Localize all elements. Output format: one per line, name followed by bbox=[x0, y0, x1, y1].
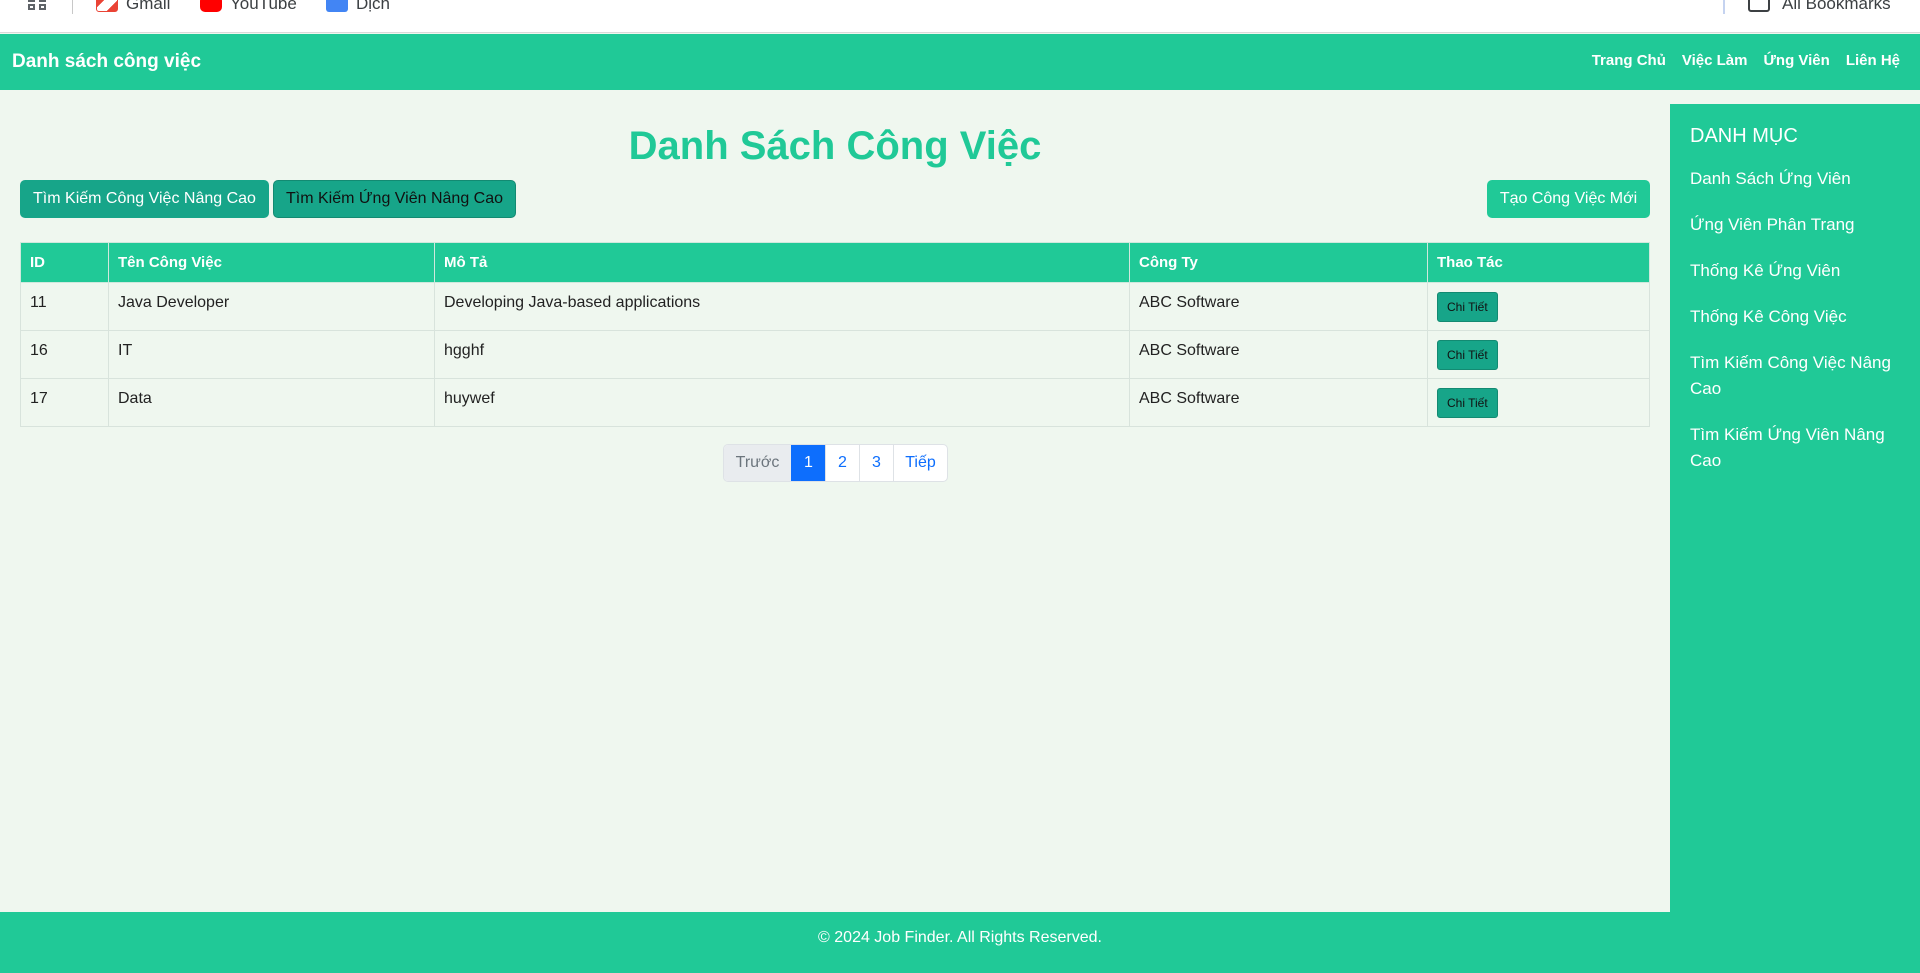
sidebar-item-advanced-job-search[interactable]: Tìm Kiếm Công Việc Nâng Cao bbox=[1690, 350, 1912, 402]
sidebar-item-candidate-list[interactable]: Danh Sách Ứng Viên bbox=[1690, 166, 1912, 192]
sidebar-item-candidate-paging[interactable]: Ứng Viên Phân Trang bbox=[1690, 212, 1912, 238]
header-actions: Thao Tác bbox=[1427, 242, 1650, 283]
advanced-candidate-search-button[interactable]: Tìm Kiếm Ứng Viên Nâng Cao bbox=[273, 180, 516, 218]
bookmark-label: YouTube bbox=[230, 0, 297, 13]
cell-text: 17 bbox=[30, 389, 48, 407]
bookmarks-bar: Gmail YouTube Dịch All Bookmarks bbox=[0, 0, 1920, 33]
pagination-next[interactable]: Tiếp bbox=[893, 445, 947, 481]
apps-grid-icon[interactable] bbox=[28, 0, 48, 12]
all-bookmarks-label: All Bookmarks bbox=[1782, 0, 1891, 13]
pagination-prev[interactable]: Trước bbox=[724, 445, 791, 481]
folder-icon bbox=[1748, 0, 1770, 12]
sidebar-menu: Danh Sách Ứng Viên Ứng Viên Phân Trang T… bbox=[1690, 166, 1912, 494]
table-header-row: ID Tên Công Việc Mô Tả Công Ty Thao Tác bbox=[20, 242, 1650, 283]
pagination-page-3[interactable]: 3 bbox=[859, 445, 893, 481]
cell-company: ABC Software bbox=[1129, 330, 1428, 379]
table-row: 17 Data huywef ABC Software Chi Tiết bbox=[20, 378, 1650, 427]
header-id: ID bbox=[20, 242, 109, 283]
cell-text: ABC Software bbox=[1139, 389, 1240, 407]
footer: © 2024 Job Finder. All Rights Reserved. bbox=[0, 912, 1920, 973]
sidebar-title: DANH MỤC bbox=[1690, 125, 1798, 147]
cell-text: 11 bbox=[30, 293, 47, 311]
cell-company: ABC Software bbox=[1129, 282, 1428, 331]
sidebar: DANH MỤC Danh Sách Ứng Viên Ứng Viên Phâ… bbox=[1670, 104, 1920, 912]
jobs-table: ID Tên Công Việc Mô Tả Công Ty Thao Tác … bbox=[20, 242, 1650, 427]
cell-actions: Chi Tiết bbox=[1427, 378, 1650, 427]
sidebar-item-job-stats[interactable]: Thống Kê Công Việc bbox=[1690, 304, 1912, 330]
pagination-page-1[interactable]: 1 bbox=[791, 445, 825, 481]
main-content: Danh Sách Công Việc Tìm Kiếm Công Việc N… bbox=[0, 90, 1670, 912]
cell-text: IT bbox=[118, 341, 133, 359]
header-company: Công Ty bbox=[1129, 242, 1428, 283]
pagination: Trước 1 2 3 Tiếp bbox=[723, 444, 948, 482]
pagination-page-2[interactable]: 2 bbox=[825, 445, 859, 481]
detail-button[interactable]: Chi Tiết bbox=[1437, 387, 1498, 418]
cell-id: 16 bbox=[20, 330, 109, 379]
table-row: 11 Java Developer Developing Java-based … bbox=[20, 282, 1650, 331]
youtube-icon bbox=[200, 0, 222, 12]
bookmark-gmail[interactable]: Gmail bbox=[96, 0, 170, 14]
advanced-job-search-button[interactable]: Tìm Kiếm Công Việc Nâng Cao bbox=[20, 180, 269, 218]
navbar-brand[interactable]: Danh sách công việc bbox=[12, 51, 201, 73]
cell-text: huywef bbox=[444, 389, 495, 407]
bookmark-youtube[interactable]: YouTube bbox=[200, 0, 297, 14]
footer-copyright: © 2024 Job Finder. All Rights Reserved. bbox=[818, 929, 1102, 946]
nav-link-candidates[interactable]: Ứng Viên bbox=[1763, 52, 1829, 69]
cell-text: ABC Software bbox=[1139, 293, 1240, 311]
cell-job-name: IT bbox=[108, 330, 435, 379]
cell-id: 11 bbox=[20, 282, 109, 331]
nav-link-contact[interactable]: Liên Hệ bbox=[1846, 52, 1900, 69]
bookmark-label: Dịch bbox=[356, 0, 391, 13]
bookmark-translate[interactable]: Dịch bbox=[326, 0, 390, 14]
bookmark-label: Gmail bbox=[126, 0, 171, 13]
cell-description: Developing Java-based applications bbox=[434, 282, 1130, 331]
nav-links: Trang Chủ Việc Làm Ứng Viên Liên Hệ bbox=[1592, 52, 1900, 69]
cell-job-name: Data bbox=[108, 378, 435, 427]
translate-icon bbox=[326, 0, 348, 12]
page-title: Danh Sách Công Việc bbox=[628, 124, 1042, 168]
cell-text: Data bbox=[118, 389, 152, 407]
top-navbar: Danh sách công việc Trang Chủ Việc Làm Ứ… bbox=[0, 34, 1920, 90]
nav-link-home[interactable]: Trang Chủ bbox=[1592, 52, 1666, 69]
cell-actions: Chi Tiết bbox=[1427, 330, 1650, 379]
table-row: 16 IT hgghf ABC Software Chi Tiết bbox=[20, 330, 1650, 379]
cell-text: ABC Software bbox=[1139, 341, 1240, 359]
detail-button[interactable]: Chi Tiết bbox=[1437, 291, 1498, 322]
create-job-button[interactable]: Tạo Công Việc Mới bbox=[1487, 180, 1650, 218]
all-bookmarks-button[interactable]: All Bookmarks bbox=[1748, 0, 1891, 14]
cell-text: Java Developer bbox=[118, 293, 230, 311]
cell-text: 16 bbox=[30, 341, 48, 359]
detail-button[interactable]: Chi Tiết bbox=[1437, 339, 1498, 370]
sidebar-item-candidate-stats[interactable]: Thống Kê Ứng Viên bbox=[1690, 258, 1912, 284]
cell-job-name: Java Developer bbox=[108, 282, 435, 331]
bookmarks-separator bbox=[72, 0, 73, 14]
cell-text: hgghf bbox=[444, 341, 485, 359]
cell-id: 17 bbox=[20, 378, 109, 427]
gmail-icon bbox=[96, 0, 118, 12]
bookmarks-separator-right bbox=[1723, 0, 1725, 14]
cell-text: Developing Java-based applications bbox=[444, 293, 701, 311]
cell-company: ABC Software bbox=[1129, 378, 1428, 427]
header-job-name: Tên Công Việc bbox=[108, 242, 435, 283]
cell-description: hgghf bbox=[434, 330, 1130, 379]
cell-description: huywef bbox=[434, 378, 1130, 427]
sidebar-item-advanced-candidate-search[interactable]: Tìm Kiếm Ứng Viên Nâng Cao bbox=[1690, 422, 1912, 474]
nav-link-jobs[interactable]: Việc Làm bbox=[1682, 52, 1748, 69]
cell-actions: Chi Tiết bbox=[1427, 282, 1650, 331]
header-description: Mô Tả bbox=[434, 242, 1130, 283]
